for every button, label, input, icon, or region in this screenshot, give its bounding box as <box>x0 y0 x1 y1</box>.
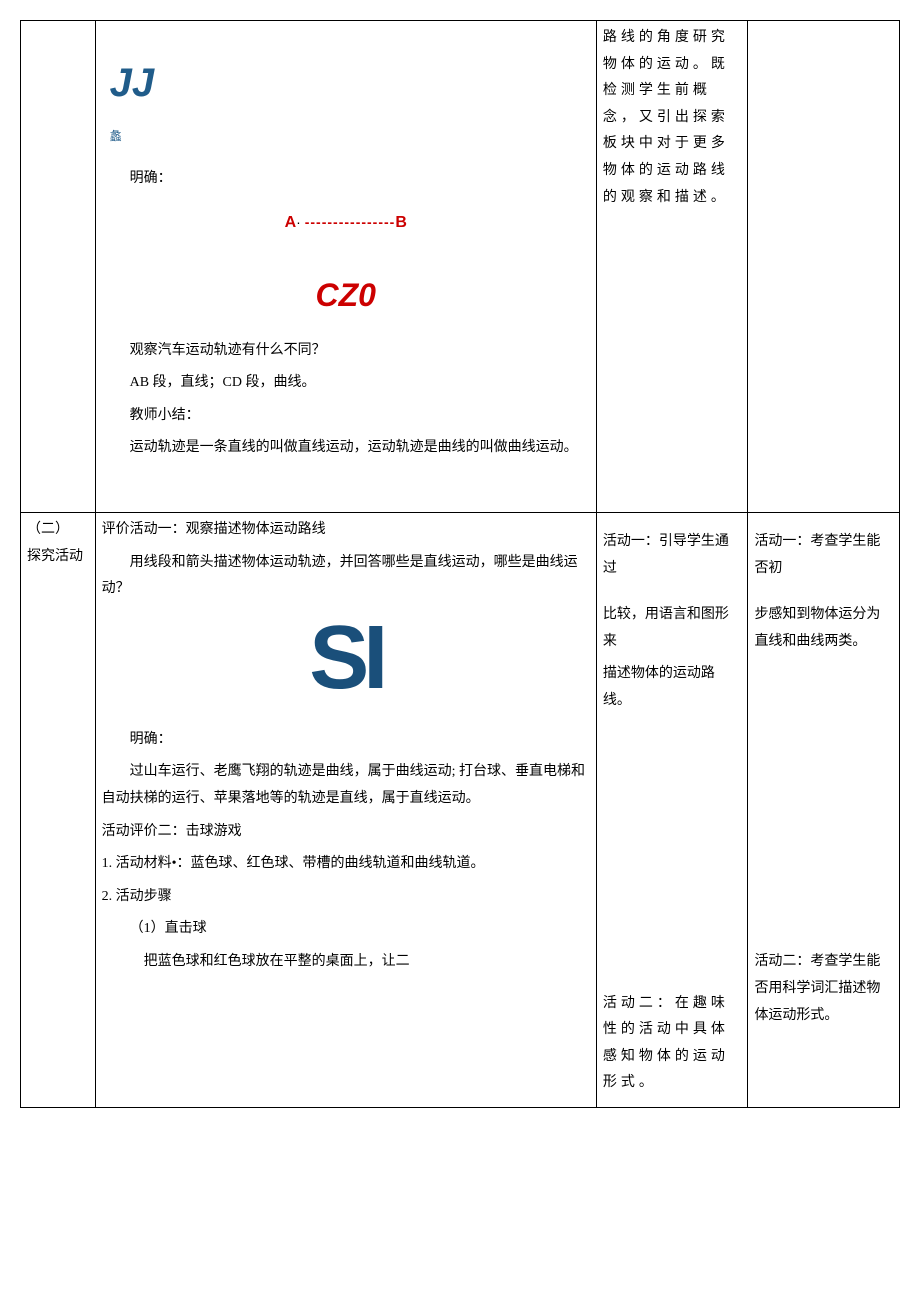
stage-number: （二） <box>27 517 89 544</box>
line-dash: ---------------- <box>305 214 396 230</box>
eval-a1-line2: 步感知到物体运分为直线和曲线两类。 <box>754 602 893 655</box>
cell-stage-label: （二） 探究活动 <box>21 512 96 1107</box>
lesson-table: JJ 蠡 明确： A· ----------------B CZ0 观察汽车运动… <box>20 20 900 1108</box>
cell-content: JJ 蠡 明确： A· ----------------B CZ0 观察汽车运动… <box>95 21 596 513</box>
intent-a1-line1: 活动一：引导学生通过 <box>603 529 742 582</box>
stage-name: 探究活动 <box>27 544 89 571</box>
text-intent: 路线的角度研究物体的运动。既检测学生前概念，又引出探索板块中对于更多物体的运动路… <box>603 25 742 211</box>
cell-evaluation: 活动一：考查学生能否初 步感知到物体运分为直线和曲线两类。 活动二：考查学生能否… <box>748 512 900 1107</box>
intent-a1-line3: 描述物体的运动路线。 <box>603 661 742 714</box>
figure-label-cz0: CZ0 <box>102 265 590 326</box>
cell-stage-label <box>21 21 96 513</box>
activity1-desc: 用线段和箭头描述物体运动轨迹，并回答哪些是直线运动，哪些是曲线运动？ <box>102 550 590 603</box>
activity2-steps-label: 2. 活动步骤 <box>102 884 590 911</box>
table-row: （二） 探究活动 评价活动一：观察描述物体运动路线 用线段和箭头描述物体运动轨迹… <box>21 512 900 1107</box>
activity2-title: 活动评价二：击球游戏 <box>102 819 590 846</box>
figure-ab-line: A· ----------------B <box>102 208 590 238</box>
activity1-title: 评价活动一：观察描述物体运动路线 <box>102 517 590 544</box>
activity2-step1-desc: 把蓝色球和红色球放在平整的桌面上，让二 <box>102 949 590 976</box>
figure-label-yi: 蠡 <box>102 125 590 148</box>
figure-sl-text: SI <box>309 608 382 708</box>
activity2-step1: （1）直击球 <box>102 916 590 943</box>
activity2-materials: 1. 活动材料•：蓝色球、红色球、带槽的曲线轨道和曲线轨道。 <box>102 851 590 878</box>
text-explain: 过山车运行、老鹰飞翔的轨迹是曲线，属于曲线运动; 打台球、垂直电梯和自动扶梯的运… <box>102 759 590 812</box>
document-page: JJ 蠡 明确： A· ----------------B CZ0 观察汽车运动… <box>20 20 900 1108</box>
label-A: A <box>285 214 297 231</box>
intent-a1-line2: 比较，用语言和图形来 <box>603 602 742 655</box>
text-teacher-summary-label: 教师小结： <box>102 403 590 430</box>
figure-label-jj: JJ <box>102 25 590 125</box>
label-dot: · <box>296 214 301 230</box>
cell-evaluation <box>748 21 900 513</box>
eval-a2: 活动二：考查学生能否用科学词汇描述物体运动形式。 <box>754 949 893 1029</box>
cell-design-intent: 活动一：引导学生通过 比较，用语言和图形来 描述物体的运动路线。 活动二：在趣味… <box>596 512 748 1107</box>
text-answer: AB 段，直线；CD 段，曲线。 <box>102 370 590 397</box>
text-mingque: 明确： <box>102 166 590 193</box>
eval-a1-line1: 活动一：考查学生能否初 <box>754 529 893 582</box>
cell-content: 评价活动一：观察描述物体运动路线 用线段和箭头描述物体运动轨迹，并回答哪些是直线… <box>95 512 596 1107</box>
intent-a2: 活动二：在趣味性的活动中具体感知物体的运动形式。 <box>603 991 742 1097</box>
table-row: JJ 蠡 明确： A· ----------------B CZ0 观察汽车运动… <box>21 21 900 513</box>
figure-sl: SI <box>102 613 590 703</box>
label-B: B <box>395 214 407 231</box>
cell-design-intent: 路线的角度研究物体的运动。既检测学生前概念，又引出探索板块中对于更多物体的运动路… <box>596 21 748 513</box>
text-teacher-summary: 运动轨迹是一条直线的叫做直线运动，运动轨迹是曲线的叫做曲线运动。 <box>102 435 590 462</box>
text-question: 观察汽车运动轨迹有什么不同？ <box>102 338 590 365</box>
text-mingque2: 明确： <box>102 727 590 754</box>
